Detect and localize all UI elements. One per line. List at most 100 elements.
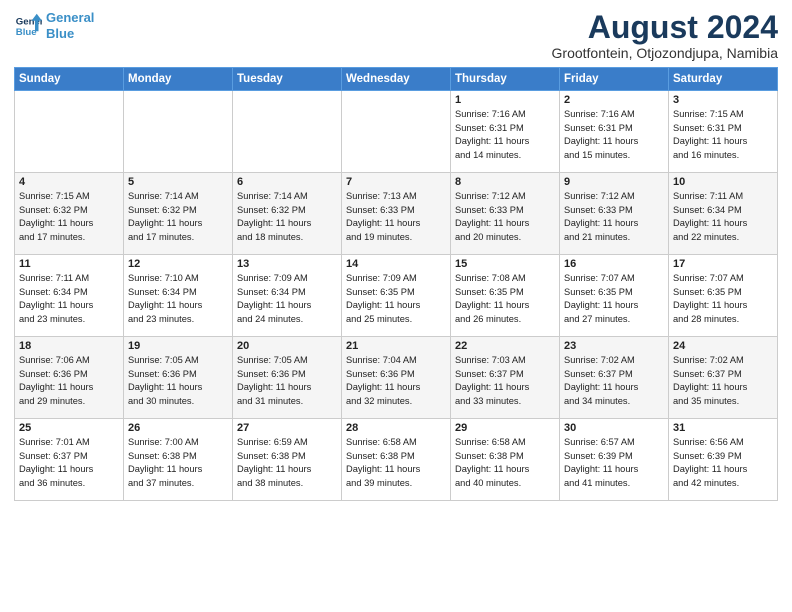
calendar-cell: 20 Sunrise: 7:05 AMSunset: 6:36 PMDayligh… bbox=[233, 337, 342, 419]
calendar-cell: 4 Sunrise: 7:15 AMSunset: 6:32 PMDaylight… bbox=[15, 173, 124, 255]
day-number: 30 bbox=[564, 422, 664, 434]
day-number: 23 bbox=[564, 340, 664, 352]
calendar-cell: 2 Sunrise: 7:16 AMSunset: 6:31 PMDaylight… bbox=[560, 91, 669, 173]
day-info: Sunrise: 7:15 AMSunset: 6:32 PMDaylight:… bbox=[19, 190, 119, 244]
calendar-cell: 10Sunrise: 7:11 AMSunset: 6:34 PMDayligh… bbox=[669, 173, 778, 255]
calendar-cell: 11 Sunrise: 7:11 AMSunset: 6:34 PMDayligh… bbox=[15, 255, 124, 337]
day-number: 25 bbox=[19, 422, 119, 434]
day-info: Sunrise: 7:09 AMSunset: 6:35 PMDaylight:… bbox=[346, 272, 446, 326]
day-number: 11 bbox=[19, 258, 119, 270]
day-number: 6 bbox=[237, 176, 337, 188]
calendar-header: SundayMondayTuesdayWednesdayThursdayFrid… bbox=[15, 68, 778, 91]
calendar-cell: 5Sunrise: 7:14 AMSunset: 6:32 PMDaylight… bbox=[124, 173, 233, 255]
day-info: Sunrise: 7:01 AMSunset: 6:37 PMDaylight:… bbox=[19, 436, 119, 490]
day-info: Sunrise: 6:59 AMSunset: 6:38 PMDaylight:… bbox=[237, 436, 337, 490]
calendar-body: 1 Sunrise: 7:16 AMSunset: 6:31 PMDaylight… bbox=[15, 91, 778, 501]
day-number: 13 bbox=[237, 258, 337, 270]
calendar-cell: 9 Sunrise: 7:12 AMSunset: 6:33 PMDaylight… bbox=[560, 173, 669, 255]
day-number: 1 bbox=[455, 94, 555, 106]
day-number: 12 bbox=[128, 258, 228, 270]
day-number: 28 bbox=[346, 422, 446, 434]
day-info: Sunrise: 7:12 AMSunset: 6:33 PMDaylight:… bbox=[455, 190, 555, 244]
day-number: 3 bbox=[673, 94, 773, 106]
calendar-cell: 13 Sunrise: 7:09 AMSunset: 6:34 PMDayligh… bbox=[233, 255, 342, 337]
header-cell-thursday: Thursday bbox=[451, 68, 560, 91]
calendar-cell: 27 Sunrise: 6:59 AMSunset: 6:38 PMDayligh… bbox=[233, 419, 342, 501]
day-info: Sunrise: 6:56 AMSunset: 6:39 PMDaylight:… bbox=[673, 436, 773, 490]
day-number: 16 bbox=[564, 258, 664, 270]
day-info: Sunrise: 6:57 AMSunset: 6:39 PMDaylight:… bbox=[564, 436, 664, 490]
day-info: Sunrise: 7:08 AMSunset: 6:35 PMDaylight:… bbox=[455, 272, 555, 326]
day-number: 24 bbox=[673, 340, 773, 352]
week-row-1: 1 Sunrise: 7:16 AMSunset: 6:31 PMDaylight… bbox=[15, 91, 778, 173]
logo-text: General Blue bbox=[46, 10, 94, 41]
calendar-cell bbox=[124, 91, 233, 173]
day-number: 20 bbox=[237, 340, 337, 352]
title-block: August 2024 Grootfontein, Otjozondjupa, … bbox=[552, 10, 778, 61]
header-cell-wednesday: Wednesday bbox=[342, 68, 451, 91]
day-number: 19 bbox=[128, 340, 228, 352]
day-number: 2 bbox=[564, 94, 664, 106]
calendar-cell: 29 Sunrise: 6:58 AMSunset: 6:38 PMDayligh… bbox=[451, 419, 560, 501]
day-info: Sunrise: 6:58 AMSunset: 6:38 PMDaylight:… bbox=[346, 436, 446, 490]
calendar-cell: 28 Sunrise: 6:58 AMSunset: 6:38 PMDayligh… bbox=[342, 419, 451, 501]
calendar-cell: 19Sunrise: 7:05 AMSunset: 6:36 PMDayligh… bbox=[124, 337, 233, 419]
calendar-cell: 22 Sunrise: 7:03 AMSunset: 6:37 PMDayligh… bbox=[451, 337, 560, 419]
header-row: SundayMondayTuesdayWednesdayThursdayFrid… bbox=[15, 68, 778, 91]
day-info: Sunrise: 7:15 AMSunset: 6:31 PMDaylight:… bbox=[673, 108, 773, 162]
logo: General Blue General Blue bbox=[14, 10, 94, 41]
day-number: 8 bbox=[455, 176, 555, 188]
day-info: Sunrise: 6:58 AMSunset: 6:38 PMDaylight:… bbox=[455, 436, 555, 490]
calendar-cell: 25 Sunrise: 7:01 AMSunset: 6:37 PMDayligh… bbox=[15, 419, 124, 501]
day-info: Sunrise: 7:07 AMSunset: 6:35 PMDaylight:… bbox=[564, 272, 664, 326]
calendar-cell: 23 Sunrise: 7:02 AMSunset: 6:37 PMDayligh… bbox=[560, 337, 669, 419]
calendar-cell: 26Sunrise: 7:00 AMSunset: 6:38 PMDayligh… bbox=[124, 419, 233, 501]
calendar-cell: 1 Sunrise: 7:16 AMSunset: 6:31 PMDaylight… bbox=[451, 91, 560, 173]
day-info: Sunrise: 7:11 AMSunset: 6:34 PMDaylight:… bbox=[19, 272, 119, 326]
logo-general: General bbox=[46, 10, 94, 25]
calendar-cell bbox=[342, 91, 451, 173]
calendar-cell: 24 Sunrise: 7:02 AMSunset: 6:37 PMDayligh… bbox=[669, 337, 778, 419]
calendar-cell: 6 Sunrise: 7:14 AMSunset: 6:32 PMDaylight… bbox=[233, 173, 342, 255]
day-number: 9 bbox=[564, 176, 664, 188]
calendar-cell: 12Sunrise: 7:10 AMSunset: 6:34 PMDayligh… bbox=[124, 255, 233, 337]
day-info: Sunrise: 7:09 AMSunset: 6:34 PMDaylight:… bbox=[237, 272, 337, 326]
calendar-cell: 17Sunrise: 7:07 AMSunset: 6:35 PMDayligh… bbox=[669, 255, 778, 337]
week-row-3: 11 Sunrise: 7:11 AMSunset: 6:34 PMDayligh… bbox=[15, 255, 778, 337]
day-info: Sunrise: 7:07 AMSunset: 6:35 PMDaylight:… bbox=[673, 272, 773, 326]
day-info: Sunrise: 7:02 AMSunset: 6:37 PMDaylight:… bbox=[564, 354, 664, 408]
calendar-cell: 21Sunrise: 7:04 AMSunset: 6:36 PMDayligh… bbox=[342, 337, 451, 419]
day-number: 22 bbox=[455, 340, 555, 352]
day-info: Sunrise: 7:14 AMSunset: 6:32 PMDaylight:… bbox=[237, 190, 337, 244]
calendar-cell: 30 Sunrise: 6:57 AMSunset: 6:39 PMDayligh… bbox=[560, 419, 669, 501]
day-info: Sunrise: 7:16 AMSunset: 6:31 PMDaylight:… bbox=[455, 108, 555, 162]
day-number: 14 bbox=[346, 258, 446, 270]
day-info: Sunrise: 7:04 AMSunset: 6:36 PMDaylight:… bbox=[346, 354, 446, 408]
calendar-cell bbox=[233, 91, 342, 173]
day-number: 4 bbox=[19, 176, 119, 188]
day-info: Sunrise: 7:05 AMSunset: 6:36 PMDaylight:… bbox=[237, 354, 337, 408]
calendar-cell: 18Sunrise: 7:06 AMSunset: 6:36 PMDayligh… bbox=[15, 337, 124, 419]
day-number: 7 bbox=[346, 176, 446, 188]
header-cell-saturday: Saturday bbox=[669, 68, 778, 91]
day-number: 27 bbox=[237, 422, 337, 434]
header-cell-monday: Monday bbox=[124, 68, 233, 91]
day-info: Sunrise: 7:03 AMSunset: 6:37 PMDaylight:… bbox=[455, 354, 555, 408]
calendar-cell: 31Sunrise: 6:56 AMSunset: 6:39 PMDayligh… bbox=[669, 419, 778, 501]
day-number: 10 bbox=[673, 176, 773, 188]
day-info: Sunrise: 7:13 AMSunset: 6:33 PMDaylight:… bbox=[346, 190, 446, 244]
header-cell-friday: Friday bbox=[560, 68, 669, 91]
header-cell-sunday: Sunday bbox=[15, 68, 124, 91]
page: General Blue General Blue August 2024 Gr… bbox=[0, 0, 792, 511]
day-number: 26 bbox=[128, 422, 228, 434]
calendar-cell: 7 Sunrise: 7:13 AMSunset: 6:33 PMDaylight… bbox=[342, 173, 451, 255]
day-number: 5 bbox=[128, 176, 228, 188]
day-number: 29 bbox=[455, 422, 555, 434]
week-row-5: 25 Sunrise: 7:01 AMSunset: 6:37 PMDayligh… bbox=[15, 419, 778, 501]
day-info: Sunrise: 7:12 AMSunset: 6:33 PMDaylight:… bbox=[564, 190, 664, 244]
week-row-2: 4 Sunrise: 7:15 AMSunset: 6:32 PMDaylight… bbox=[15, 173, 778, 255]
day-number: 18 bbox=[19, 340, 119, 352]
logo-blue: Blue bbox=[46, 26, 74, 41]
day-info: Sunrise: 7:02 AMSunset: 6:37 PMDaylight:… bbox=[673, 354, 773, 408]
day-info: Sunrise: 7:16 AMSunset: 6:31 PMDaylight:… bbox=[564, 108, 664, 162]
